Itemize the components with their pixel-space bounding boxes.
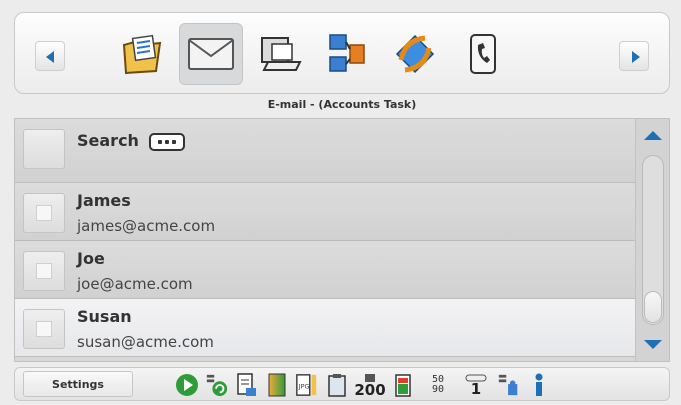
scroll-up-icon[interactable]	[644, 131, 662, 140]
laptop-icon	[261, 37, 302, 71]
status-bar: Settings JPG 200 50 90 1	[14, 367, 670, 401]
email-envelope-icon	[188, 38, 234, 70]
contact-email: james@acme.com	[77, 217, 216, 235]
storage-counter[interactable]: 200	[354, 372, 386, 399]
play-icon[interactable]	[175, 372, 199, 398]
battery-icon[interactable]	[391, 372, 415, 398]
network-transfer-icon	[329, 34, 365, 72]
row-checkbox[interactable]	[23, 251, 65, 291]
arrow-right-icon	[632, 51, 640, 63]
folder-tasks-icon	[122, 34, 162, 75]
storage-count: 200	[354, 380, 386, 399]
window-caption: E-mail - (Accounts Task)	[267, 98, 417, 111]
device-counter[interactable]: 1	[461, 372, 491, 398]
ribbon-prev-button[interactable]	[35, 41, 65, 71]
app-email[interactable]	[179, 23, 243, 85]
app-phone[interactable]	[451, 23, 515, 85]
document-sync-icon[interactable]	[235, 372, 259, 398]
app-folder-tasks[interactable]	[111, 23, 175, 85]
scroll-track[interactable]	[642, 155, 664, 325]
device-count: 1	[470, 379, 482, 398]
contact-name: Susan	[77, 307, 132, 326]
contact-list-panel: Search James james@acme.com Joe joe@acme…	[14, 118, 670, 362]
svg-text:JPG: JPG	[298, 383, 310, 391]
search-label: Search	[77, 131, 139, 150]
clipboard-icon[interactable]	[325, 372, 349, 398]
app-sync[interactable]	[383, 23, 447, 85]
scroll-down-icon[interactable]	[644, 340, 662, 349]
gradient-bar-icon[interactable]	[265, 372, 289, 398]
arrow-left-icon	[46, 51, 54, 63]
search-row[interactable]: Search	[15, 119, 635, 183]
list-item[interactable]: James james@acme.com	[15, 183, 635, 241]
app-icon-strip	[111, 23, 515, 85]
row-checkbox[interactable]	[23, 309, 65, 349]
signal-bottom-value: 90	[431, 384, 445, 395]
app-ribbon	[14, 12, 670, 94]
contact-email: susan@acme.com	[77, 333, 214, 351]
contact-name: Joe	[77, 249, 105, 268]
ribbon-next-button[interactable]	[619, 41, 649, 71]
phone-card-icon	[470, 34, 496, 74]
contact-email: joe@acme.com	[77, 275, 193, 293]
app-laptop[interactable]	[247, 23, 311, 85]
list-item[interactable]: Susan susan@acme.com	[15, 299, 635, 357]
list-item[interactable]: Joe joe@acme.com	[15, 241, 635, 299]
settings-button[interactable]: Settings	[23, 371, 133, 397]
list-scrollbar[interactable]	[635, 119, 669, 361]
app-network[interactable]	[315, 23, 379, 85]
contact-list: Search James james@acme.com Joe joe@acme…	[15, 119, 635, 357]
info-icon[interactable]	[527, 372, 551, 398]
scroll-thumb[interactable]	[644, 291, 662, 323]
keyboard-icon[interactable]	[149, 133, 185, 151]
puzzle-icon[interactable]	[497, 372, 521, 398]
signal-readout[interactable]: 50 90	[421, 372, 455, 398]
contact-name: James	[77, 191, 131, 210]
status-icon-strip: JPG 200 50 90 1	[175, 370, 551, 400]
search-row-select[interactable]	[23, 129, 65, 169]
sync-diamond-icon	[395, 34, 435, 74]
row-checkbox[interactable]	[23, 193, 65, 233]
jpg-file-icon[interactable]: JPG	[295, 372, 319, 398]
refresh-list-icon[interactable]	[205, 372, 229, 398]
